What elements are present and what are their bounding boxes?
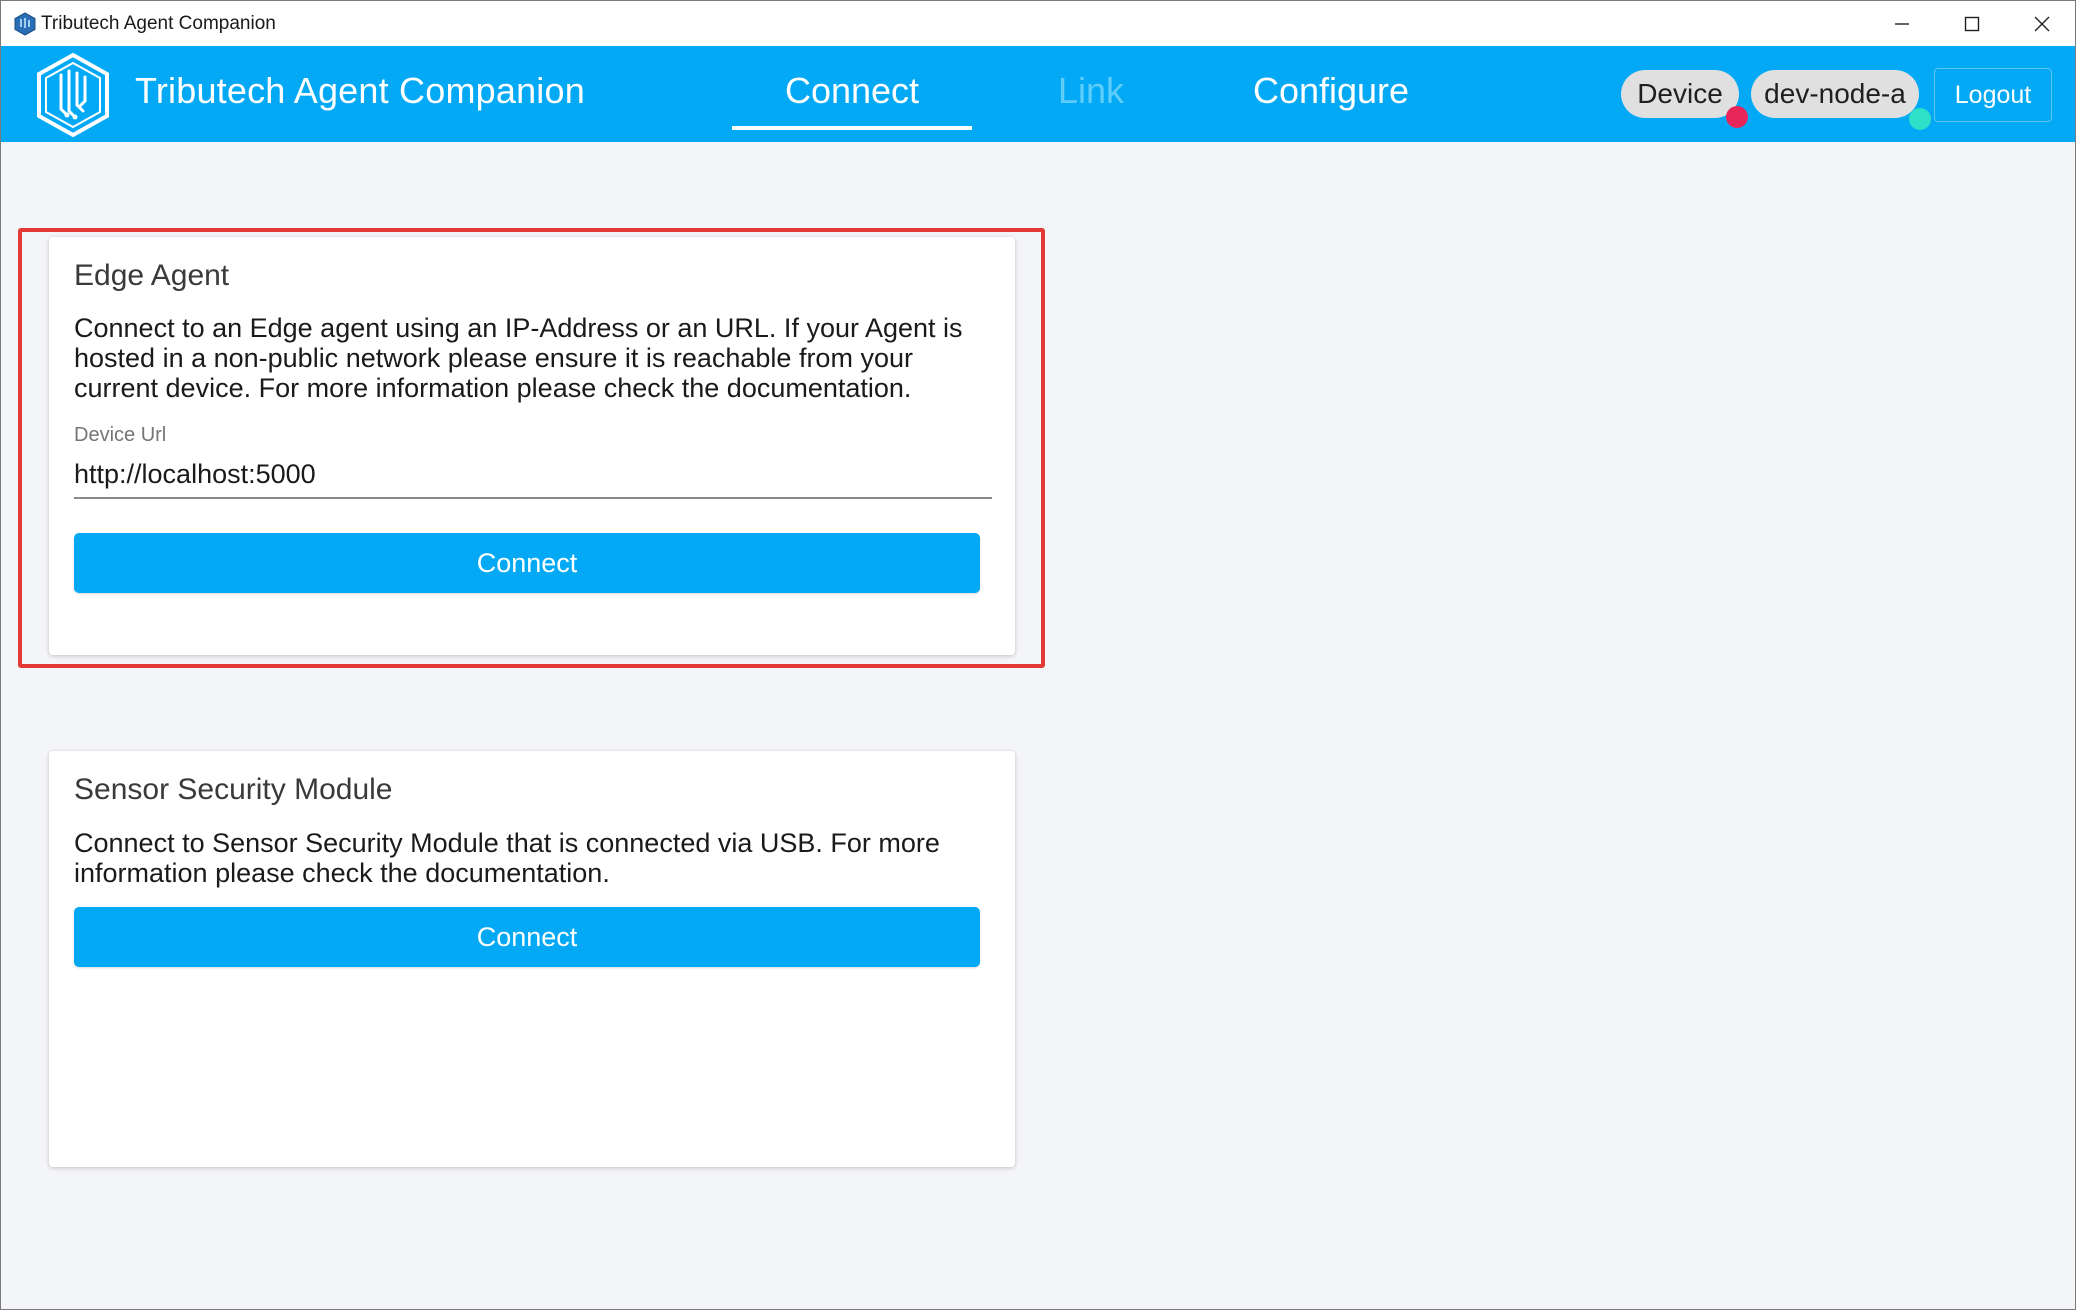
close-icon: [2034, 16, 2050, 31]
tab-connect[interactable]: Connect: [732, 70, 972, 112]
close-button[interactable]: [2007, 1, 2075, 46]
node-chip-label: dev-node-a: [1764, 78, 1906, 109]
app-window: Tributech Agent Companion Tributech Agen…: [0, 0, 2076, 1310]
maximize-icon: [1964, 16, 1980, 31]
minimize-icon: [1895, 22, 1909, 25]
device-chip[interactable]: Device: [1621, 70, 1739, 118]
app-icon: [14, 12, 36, 36]
device-url-input[interactable]: [74, 451, 992, 499]
card-title: Sensor Security Module: [74, 773, 393, 806]
window-title: Tributech Agent Companion: [41, 13, 276, 34]
title-bar: Tributech Agent Companion: [1, 1, 2075, 46]
logout-button[interactable]: Logout: [1934, 68, 2052, 122]
device-status-dot: [1726, 106, 1748, 128]
active-tab-indicator: [732, 126, 972, 130]
tab-configure[interactable]: Configure: [1221, 70, 1441, 112]
device-chip-label: Device: [1637, 78, 1723, 109]
device-url-label: Device Url: [74, 424, 167, 446]
brand-title: Tributech Agent Companion: [135, 70, 585, 111]
ssm-connect-button[interactable]: Connect: [74, 907, 980, 967]
tributech-logo-icon: [37, 52, 109, 138]
sensor-security-module-card: Sensor Security Module Connect to Sensor…: [49, 751, 1015, 1167]
card-title: Edge Agent: [74, 259, 230, 292]
node-chip[interactable]: dev-node-a: [1751, 70, 1919, 118]
tab-link[interactable]: Link: [1011, 70, 1171, 112]
minimize-button[interactable]: [1867, 1, 1937, 46]
maximize-button[interactable]: [1937, 1, 2007, 46]
edge-agent-card: Edge Agent Connect to an Edge agent usin…: [49, 237, 1015, 655]
node-status-dot: [1909, 108, 1931, 130]
card-description: Connect to Sensor Security Module that i…: [74, 828, 940, 888]
card-description: Connect to an Edge agent using an IP-Add…: [74, 313, 963, 403]
edge-connect-button[interactable]: Connect: [74, 533, 980, 593]
app-header: Tributech Agent Companion Connect Link C…: [1, 46, 2075, 142]
